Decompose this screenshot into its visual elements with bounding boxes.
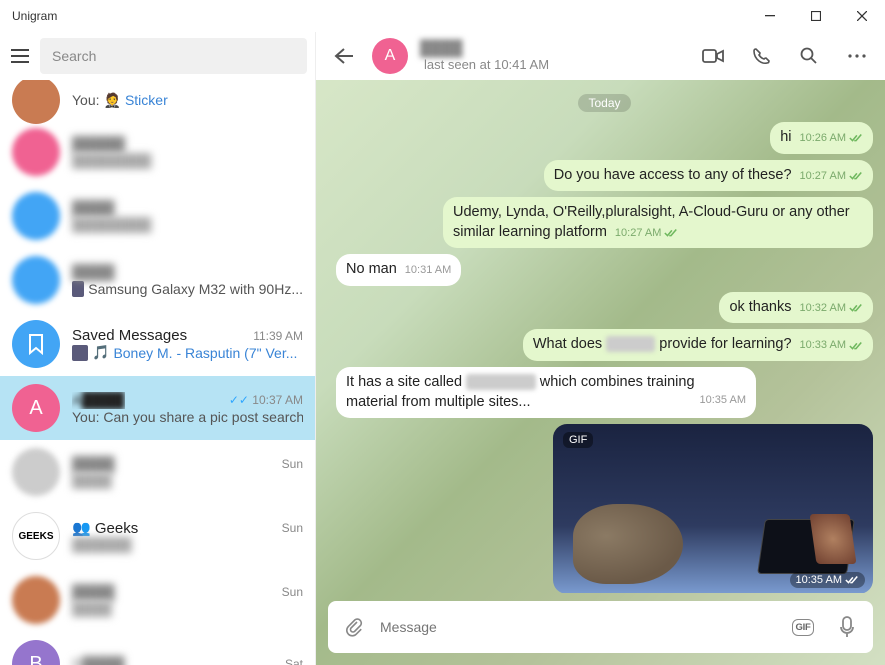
chat-list-item[interactable]: ████Sun████	[0, 440, 315, 504]
video-call-button[interactable]	[693, 36, 733, 76]
chat-list-item[interactable]: ████Samsung Galaxy M32 with 90Hz...	[0, 248, 315, 312]
message-outgoing[interactable]: ok thanks10:32 AM	[336, 292, 873, 324]
minimize-button[interactable]	[747, 0, 793, 32]
menu-button[interactable]	[8, 44, 32, 68]
read-check-icon	[849, 133, 863, 143]
message-incoming[interactable]: No man10:31 AM	[336, 254, 873, 286]
close-button[interactable]	[839, 0, 885, 32]
avatar: GEEKS	[12, 512, 60, 560]
search-button[interactable]	[789, 36, 829, 76]
back-button[interactable]	[324, 36, 364, 76]
chat-list-item[interactable]: ████Sun████	[0, 568, 315, 632]
read-check-icon: ✓✓	[229, 393, 249, 407]
read-check-icon	[664, 228, 678, 238]
conversation-pane: A ████ last seen at 10:41 AM Today hi10:…	[316, 32, 885, 665]
avatar	[12, 128, 60, 176]
group-icon: 👥	[72, 520, 91, 537]
attach-button[interactable]	[336, 609, 372, 645]
chat-list[interactable]: You: 🤵Sticker █████████████ ████████████…	[0, 80, 315, 665]
messages-area[interactable]: Today hi10:26 AM Do you have access to a…	[316, 80, 885, 593]
read-check-icon	[849, 303, 863, 313]
gif-content	[809, 514, 856, 564]
gif-attachment[interactable]: GIF 10:35 AM	[553, 424, 873, 593]
avatar	[12, 80, 60, 124]
search-input[interactable]: Search	[40, 38, 307, 74]
voice-call-button[interactable]	[741, 36, 781, 76]
avatar	[12, 256, 60, 304]
gif-badge: GIF	[563, 432, 593, 448]
avatar: A	[12, 384, 60, 432]
message-outgoing[interactable]: hi10:26 AM	[336, 122, 873, 154]
sticker-icon: 🤵	[104, 92, 121, 109]
message-outgoing[interactable]: What does ████ provide for learning?10:3…	[336, 329, 873, 361]
chat-list-item[interactable]: B B████Sat	[0, 632, 315, 665]
music-icon: 🎵	[92, 344, 109, 361]
chat-list-item[interactable]: A A████✓✓ 10:37 AMYou: Can you share a p…	[0, 376, 315, 440]
chat-list-item[interactable]: You: 🤵Sticker	[0, 80, 315, 120]
avatar: B	[12, 640, 60, 665]
chat-list-item[interactable]: ████████████	[0, 184, 315, 248]
chat-list-item[interactable]: Saved Messages11:39 AM🎵Boney M. - Rasput…	[0, 312, 315, 376]
more-button[interactable]	[837, 36, 877, 76]
titlebar: Unigram	[0, 0, 885, 32]
avatar	[12, 192, 60, 240]
chat-list-item[interactable]: █████████████	[0, 120, 315, 184]
read-check-icon	[849, 171, 863, 181]
chat-title: ████	[420, 40, 463, 57]
voice-message-button[interactable]	[829, 609, 865, 645]
sidebar: Search You: 🤵Sticker █████████████ █████…	[0, 32, 316, 665]
read-check-icon	[849, 341, 863, 351]
redacted-text: ████	[606, 336, 655, 352]
avatar	[12, 448, 60, 496]
read-check-icon	[845, 575, 859, 585]
chat-status: last seen at 10:41 AM	[424, 57, 685, 72]
message-outgoing[interactable]: Udemy, Lynda, O'Reilly,pluralsight, A-Cl…	[336, 197, 873, 248]
thumbnail-icon	[72, 281, 84, 297]
avatar	[12, 576, 60, 624]
redacted-text: ██████	[466, 374, 536, 390]
chat-list-item[interactable]: GEEKS 👥 GeeksSun██████	[0, 504, 315, 568]
gif-button[interactable]: GIF	[785, 609, 821, 645]
message-outgoing[interactable]: GIF 10:35 AM	[336, 424, 873, 593]
message-incoming[interactable]: It has a site called ██████ which combin…	[336, 367, 873, 418]
message-outgoing[interactable]: Do you have access to any of these?10:27…	[336, 160, 873, 192]
avatar: A	[372, 38, 408, 74]
date-separator: Today	[578, 94, 630, 112]
search-placeholder: Search	[52, 48, 96, 64]
thumbnail-icon	[72, 345, 88, 361]
message-composer: GIF	[328, 601, 873, 653]
bookmark-icon	[12, 320, 60, 368]
gif-content	[573, 504, 683, 584]
message-input[interactable]	[380, 619, 777, 635]
maximize-button[interactable]	[793, 0, 839, 32]
window-title: Unigram	[12, 9, 747, 23]
